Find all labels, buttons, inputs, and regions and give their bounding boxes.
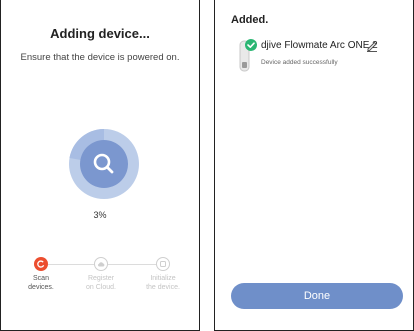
added-screen: Added. djive Flowmate Arc ONE 2 Device a… bbox=[214, 0, 414, 331]
step-register-label: Register on Cloud. bbox=[86, 275, 116, 291]
scan-step-icon bbox=[37, 260, 45, 268]
scan-progress-ring bbox=[68, 128, 140, 200]
progress-percent: 3% bbox=[93, 210, 107, 220]
step-initialize-indicator bbox=[156, 257, 170, 271]
device-name: djive Flowmate Arc ONE 2 bbox=[261, 40, 378, 51]
step-scan-label: Scan devices. bbox=[28, 275, 54, 291]
initialize-icon bbox=[160, 261, 166, 267]
scan-screen: Adding device... Ensure that the device … bbox=[0, 0, 200, 331]
step-register-indicator bbox=[94, 257, 108, 271]
adding-device-title: Adding device... bbox=[50, 26, 150, 41]
edit-icon[interactable] bbox=[366, 39, 378, 52]
done-button[interactable]: Done bbox=[231, 283, 403, 309]
device-status: Device added successfully bbox=[261, 59, 338, 66]
step-scan-indicator bbox=[34, 257, 48, 271]
power-hint: Ensure that the device is powered on. bbox=[20, 52, 180, 63]
cloud-icon bbox=[97, 262, 105, 267]
step-initialize-label: Initialize the device. bbox=[146, 275, 180, 291]
added-title: Added. bbox=[231, 14, 269, 26]
check-icon bbox=[245, 39, 257, 51]
